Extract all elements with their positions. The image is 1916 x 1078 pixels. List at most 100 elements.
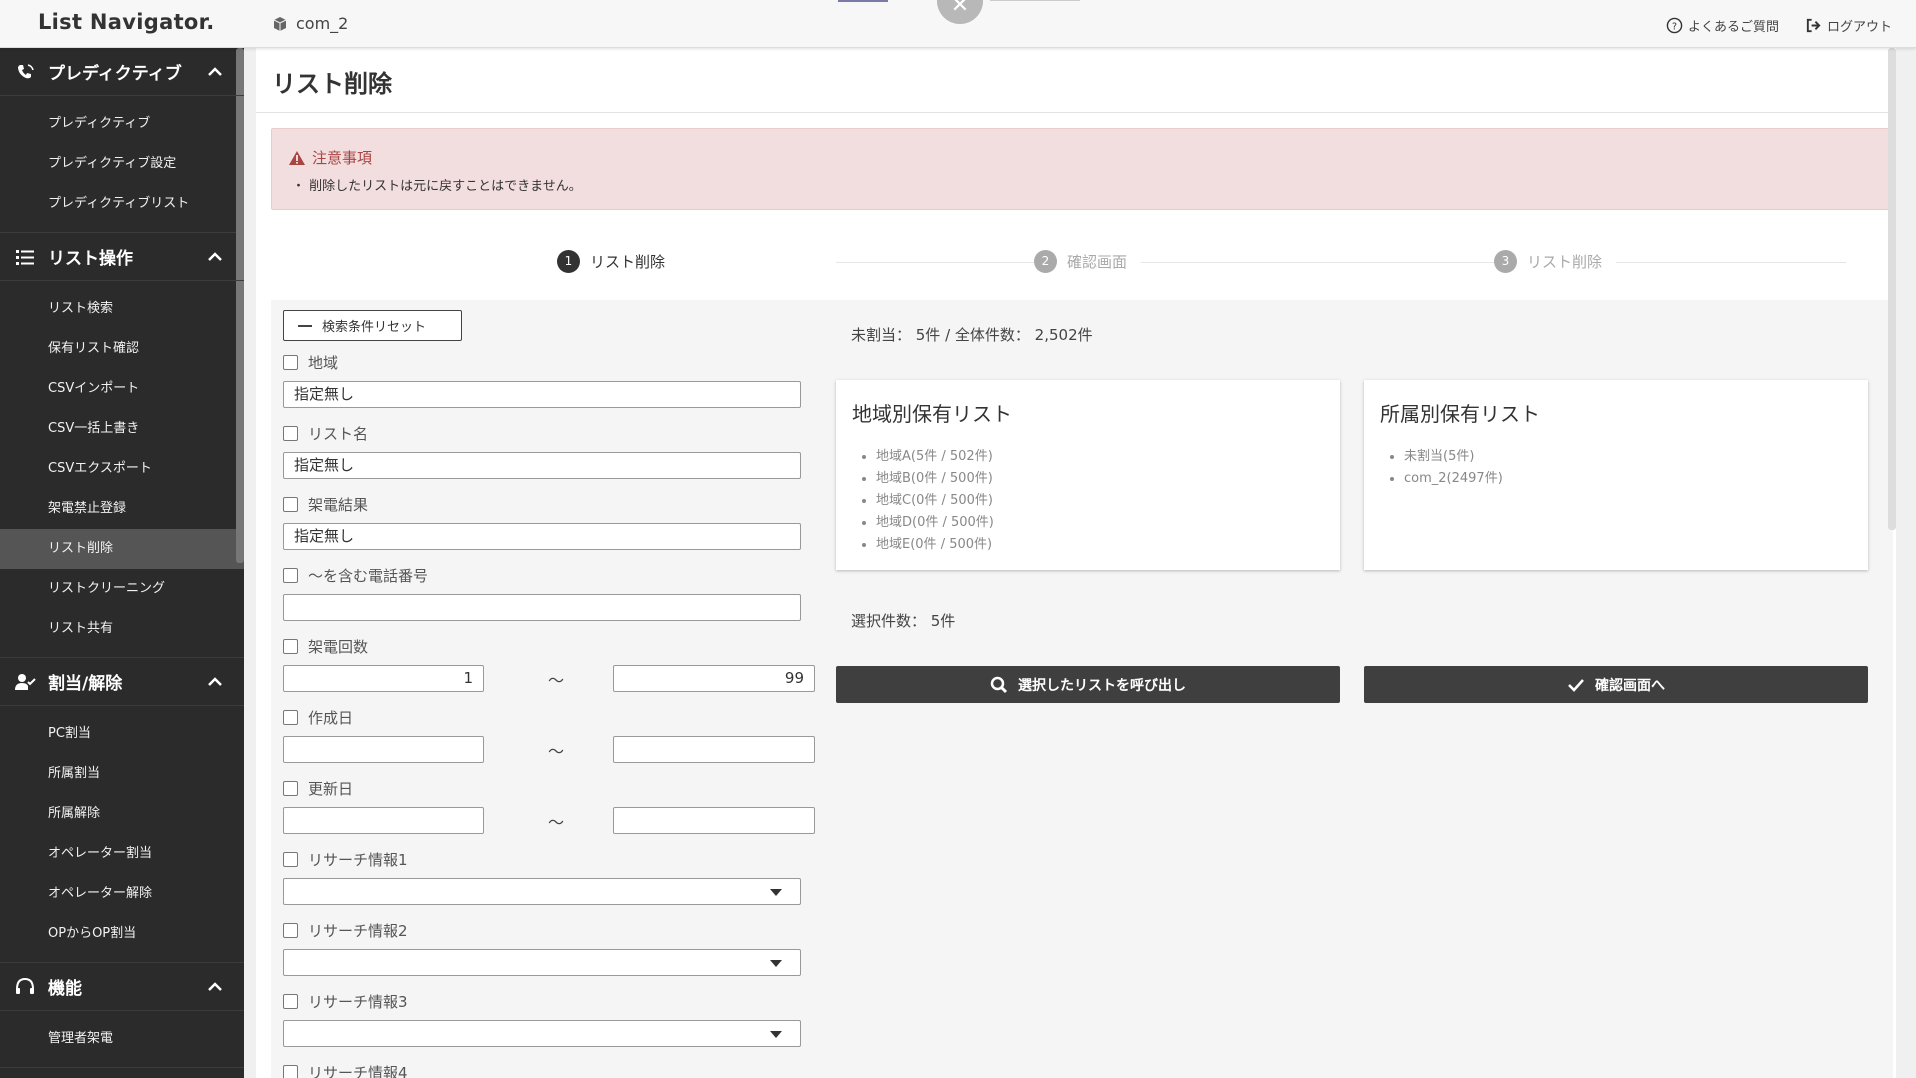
sidebar-item-dept-release[interactable]: 所属解除 [0,794,244,834]
region-list: 地域A(5件 / 502件) 地域B(0件 / 500件) 地域C(0件 / 5… [876,446,994,556]
app-logo[interactable]: List Navigator. [38,10,215,34]
sidebar-section-list-ops[interactable]: リスト操作 [0,233,244,281]
call-result-field[interactable]: 指定無し [283,523,801,550]
sidebar-item-predictive-list[interactable]: プレディクティブリスト [0,184,244,224]
sidebar-item-pc-assign[interactable]: PC割当 [0,714,244,754]
list-item: com_2(2497件) [1404,468,1503,490]
chevron-up-icon[interactable] [206,248,224,266]
sidebar-item-op-to-op-assign[interactable]: OPからOP割当 [0,914,244,954]
sidebar-section-assign[interactable]: 割当/解除 [0,658,244,706]
warning-icon [289,150,305,165]
sidebar-item-predictive[interactable]: プレディクティブ [0,104,244,144]
chevron-up-icon[interactable] [206,673,224,691]
phone-checkbox[interactable] [283,568,298,583]
call-result-checkbox[interactable] [283,497,298,512]
sidebar-item-list-cleaning[interactable]: リストクリーニング [0,569,244,609]
filter-label-text: リサーチ情報1 [308,851,408,869]
logout-link[interactable]: ログアウト [1805,16,1892,35]
company-indicator: com_2 [272,14,348,33]
research1-select[interactable] [283,878,801,905]
research4-checkbox[interactable] [283,1065,298,1078]
filter-label-text: リサーチ情報2 [308,922,408,940]
research3-select[interactable] [283,1020,801,1047]
list-item: 地域D(0件 / 500件) [876,512,994,534]
alert-message: ・ 削除したリストは元に戻すことはできません。 [292,179,582,194]
filter-call-result-label: 架電結果 [283,494,368,515]
filter-label-text: 架電結果 [308,496,369,514]
step-label: リスト削除 [1527,253,1603,271]
range-separator: 〜 [548,813,565,832]
step-1: 1 リスト削除 [557,250,680,273]
step-label: 確認画面 [1067,253,1128,271]
sidebar-item-list-search[interactable]: リスト検索 [0,289,244,329]
list-item: 地域E(0件 / 500件) [876,534,994,556]
sidebar-item-dept-assign[interactable]: 所属割当 [0,754,244,794]
call-count-checkbox[interactable] [283,639,298,654]
call-count-to-input[interactable]: 99 [613,665,815,692]
filter-label-text: リスト名 [308,425,369,443]
sidebar-item-operator-assign[interactable]: オペレーター割当 [0,834,244,874]
button-label: 選択したリストを呼び出し [1018,677,1186,694]
research2-checkbox[interactable] [283,923,298,938]
alert-box: 注意事項 ・ 削除したリストは元に戻すことはできません。 [271,128,1893,210]
chevron-up-icon[interactable] [206,978,224,996]
created-from-input[interactable] [283,736,484,763]
close-icon[interactable]: ✕ [937,0,983,24]
headset-icon [16,977,34,994]
sidebar-item-predictive-settings[interactable]: プレディクティブ設定 [0,144,244,184]
caret-down-icon [770,960,782,967]
main-scrollbar[interactable] [1888,48,1896,530]
caret-down-icon [770,889,782,896]
region-field[interactable]: 指定無し [283,381,801,408]
sidebar-section-functions[interactable]: 機能 [0,963,244,1011]
logout-icon [1806,18,1821,33]
search-icon [990,676,1008,693]
load-selected-button[interactable]: 選択したリストを呼び出し [836,666,1340,703]
chevron-up-icon[interactable] [206,63,224,81]
updated-checkbox[interactable] [283,781,298,796]
filter-updated-label: 更新日 [283,778,353,799]
range-separator: 〜 [548,671,565,690]
research3-checkbox[interactable] [283,994,298,1009]
list-item: 地域C(0件 / 500件) [876,490,994,512]
question-circle-icon: ? [1666,17,1683,34]
alert-title: 注意事項 [288,147,372,168]
phone-contains-input[interactable] [283,594,801,621]
filter-list-name-label: リスト名 [283,423,368,444]
sidebar-section-predictive[interactable]: プレディクティブ [0,48,244,96]
sidebar-item-list-share[interactable]: リスト共有 [0,609,244,649]
updated-to-input[interactable] [613,807,815,834]
sidebar-item-operator-release[interactable]: オペレーター解除 [0,874,244,914]
list-name-checkbox[interactable] [283,426,298,441]
sidebar-item-owned-list[interactable]: 保有リスト確認 [0,329,244,369]
dept-list: 未割当(5件) com_2(2497件) [1404,446,1503,490]
sidebar-item-csv-overwrite[interactable]: CSV一括上書き [0,409,244,449]
sidebar-item-list-delete[interactable]: リスト削除 [0,529,244,569]
list-name-field[interactable]: 指定無し [283,452,801,479]
sidebar-item-csv-import[interactable]: CSVインポート [0,369,244,409]
step-3: 3 リスト削除 [1494,250,1617,273]
region-checkbox[interactable] [283,355,298,370]
created-checkbox[interactable] [283,710,298,725]
sidebar-scrollbar[interactable] [236,48,244,563]
reset-label: 検索条件リセット [322,320,427,335]
sidebar-item-admin-call[interactable]: 管理者架電 [0,1019,244,1059]
created-to-input[interactable] [613,736,815,763]
research1-checkbox[interactable] [283,852,298,867]
company-name: com_2 [296,14,349,33]
region-list-card: 地域別保有リスト 地域A(5件 / 502件) 地域B(0件 / 500件) 地… [836,380,1340,570]
step-2: 2 確認画面 [1034,250,1142,273]
faq-link[interactable]: ? よくあるご質問 [1666,16,1779,35]
filter-research3-label: リサーチ情報3 [283,991,408,1012]
call-count-from-input[interactable]: 1 [283,665,484,692]
to-confirm-button[interactable]: 確認画面へ [1364,666,1868,703]
reset-conditions-button[interactable]: 検索条件リセット [283,310,462,341]
filter-created-label: 作成日 [283,707,353,728]
filter-label-text: 架電回数 [308,638,369,656]
sidebar-item-csv-export[interactable]: CSVエクスポート [0,449,244,489]
sidebar-item-call-block[interactable]: 架電禁止登録 [0,489,244,529]
research2-select[interactable] [283,949,801,976]
updated-from-input[interactable] [283,807,484,834]
list-count-summary: 未割当： 5件 / 全体件数： 2,502件 [851,326,1093,344]
user-assign-icon [15,673,36,690]
